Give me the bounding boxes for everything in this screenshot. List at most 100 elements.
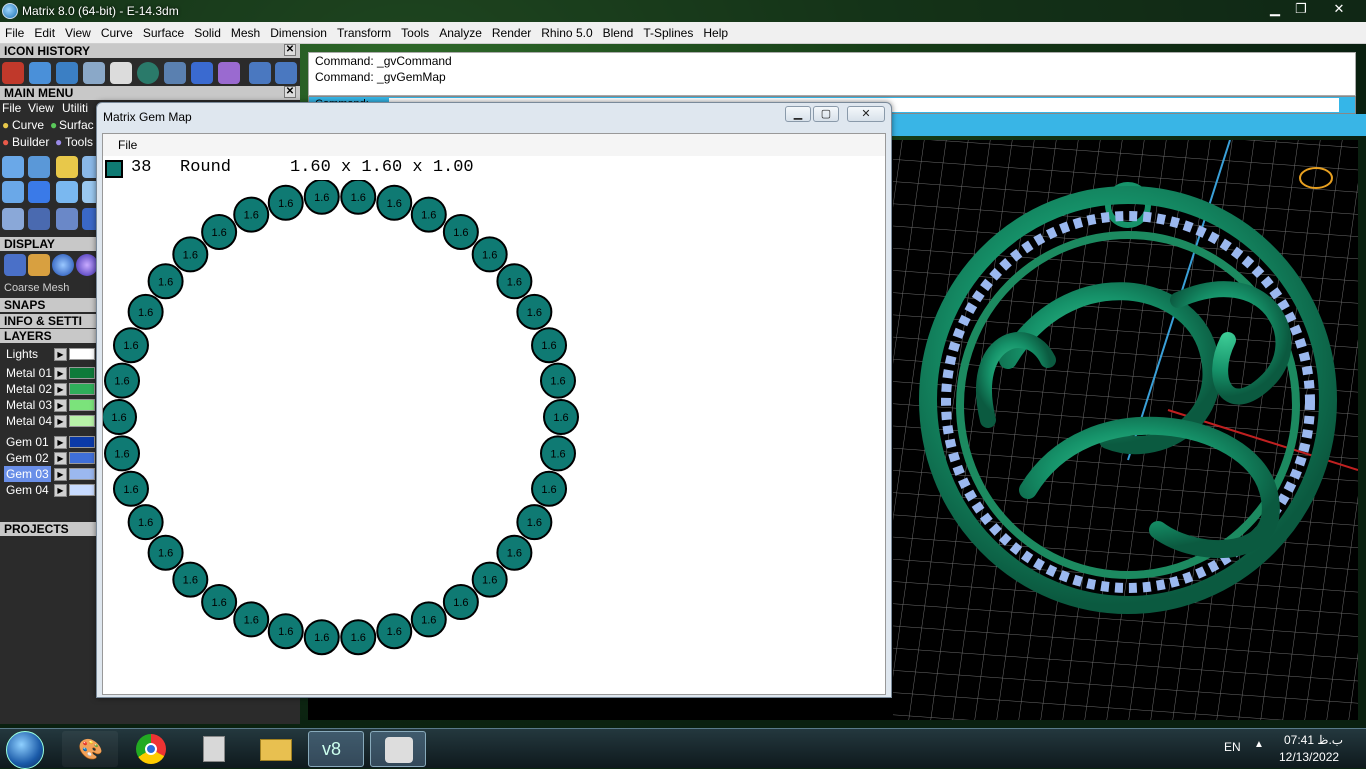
command-history[interactable]: Command: _gvCommand Command: _gvGemMap <box>308 52 1356 96</box>
start-button[interactable] <box>6 731 44 769</box>
gem-marker[interactable]: 1.6 <box>442 584 479 621</box>
gem-icon[interactable] <box>28 181 50 203</box>
close-button[interactable]: ✕ <box>1326 0 1352 18</box>
menu-rhino[interactable]: Rhino 5.0 <box>536 22 597 44</box>
tool-icon[interactable] <box>56 156 78 178</box>
tool-icon[interactable] <box>28 208 50 230</box>
menu-view[interactable]: View <box>60 22 96 44</box>
menu-analyze[interactable]: Analyze <box>434 22 487 44</box>
layer-color[interactable] <box>69 348 95 360</box>
back-arrow-icon[interactable] <box>249 62 271 84</box>
gem-marker[interactable]: 1.6 <box>410 196 447 233</box>
menu-dimension[interactable]: Dimension <box>265 22 332 44</box>
icon-history-header[interactable]: ICON HISTORY ✕ <box>0 44 300 58</box>
main-menu-view[interactable]: View <box>28 101 54 115</box>
gem-marker[interactable]: 1.6 <box>147 534 184 571</box>
grid-icon[interactable] <box>56 62 78 84</box>
layer-color[interactable] <box>69 399 95 411</box>
gem-marker[interactable]: 1.6 <box>539 435 576 472</box>
tool-icon[interactable] <box>28 156 50 178</box>
gem-marker[interactable]: 1.6 <box>303 619 340 656</box>
layer-color[interactable] <box>69 367 95 379</box>
main-menu-file[interactable]: File <box>2 101 21 115</box>
gem-marker[interactable]: 1.6 <box>496 534 533 571</box>
sphere-icon[interactable] <box>52 254 74 276</box>
gem-marker[interactable]: 1.6 <box>516 293 553 330</box>
menu-surface[interactable]: Surface <box>138 22 189 44</box>
curve-tab[interactable]: Curve <box>12 118 44 132</box>
play-icon[interactable]: ▶ <box>54 367 67 380</box>
coarse-mesh-label[interactable]: Coarse Mesh <box>4 282 69 294</box>
layer-color[interactable] <box>69 468 95 480</box>
menu-file[interactable]: File <box>0 22 29 44</box>
builder-tab[interactable]: Builder <box>12 135 49 149</box>
dialog-maximize-button[interactable]: ▢ <box>813 106 839 122</box>
menu-edit[interactable]: Edit <box>29 22 60 44</box>
tool-icon[interactable] <box>2 181 24 203</box>
tool-icon[interactable] <box>56 208 78 230</box>
tool-icon[interactable] <box>2 156 24 178</box>
paint-taskbar-icon[interactable]: 🎨 <box>62 731 118 767</box>
dialog-minimize-button[interactable]: ▁ <box>785 106 811 122</box>
rhino-taskbar-icon[interactable] <box>370 731 426 767</box>
layer-color[interactable] <box>69 452 95 464</box>
gem-marker[interactable]: 1.6 <box>340 180 377 215</box>
menu-mesh[interactable]: Mesh <box>226 22 265 44</box>
minimize-button[interactable]: ▁ <box>1262 0 1288 18</box>
clock-date[interactable]: 12/13/2022 <box>1279 750 1339 764</box>
layer-color[interactable] <box>69 436 95 448</box>
gem-marker[interactable]: 1.6 <box>471 236 508 273</box>
gem-marker[interactable]: 1.6 <box>303 180 340 215</box>
layer-color[interactable] <box>69 415 95 427</box>
gem-marker[interactable]: 1.6 <box>376 184 413 221</box>
gems-icon[interactable] <box>191 62 213 84</box>
gem-marker[interactable]: 1.6 <box>201 213 238 250</box>
play-icon[interactable]: ▶ <box>54 383 67 396</box>
menu-tsplines[interactable]: T-Splines <box>638 22 698 44</box>
gem-marker[interactable]: 1.6 <box>201 584 238 621</box>
menu-blend[interactable]: Blend <box>598 22 639 44</box>
menu-tools[interactable]: Tools <box>396 22 434 44</box>
gem-marker[interactable]: 1.6 <box>233 601 270 638</box>
play-icon[interactable]: ▶ <box>54 468 67 481</box>
close-icon[interactable]: ✕ <box>284 86 296 98</box>
forward-arrow-icon[interactable] <box>275 62 297 84</box>
gem-marker[interactable]: 1.6 <box>147 263 184 300</box>
grid-icon[interactable] <box>4 254 26 276</box>
tool-icon[interactable] <box>2 208 24 230</box>
menu-solid[interactable]: Solid <box>189 22 226 44</box>
gem-marker[interactable]: 1.6 <box>531 327 568 364</box>
layer-color[interactable] <box>69 383 95 395</box>
gem-marker[interactable]: 1.6 <box>376 613 413 650</box>
gem-marker[interactable]: 1.6 <box>127 504 164 541</box>
tool-icon[interactable] <box>56 181 78 203</box>
v8-icon[interactable] <box>137 62 159 84</box>
gem-marker[interactable]: 1.6 <box>267 184 304 221</box>
gem-marker[interactable]: 1.6 <box>103 399 137 435</box>
gem-marker[interactable]: 1.6 <box>104 362 141 399</box>
gem-marker[interactable]: 1.6 <box>531 470 568 507</box>
gem-marker[interactable]: 1.6 <box>172 236 209 273</box>
gem-marker[interactable]: 1.6 <box>471 561 508 598</box>
gem-marker[interactable]: 1.6 <box>410 601 447 638</box>
menu-render[interactable]: Render <box>487 22 536 44</box>
maximize-button[interactable]: ❐ <box>1288 0 1314 18</box>
gem-marker[interactable]: 1.6 <box>112 470 149 507</box>
sphere-icon[interactable] <box>76 254 98 276</box>
menu-transform[interactable]: Transform <box>332 22 396 44</box>
home-icon[interactable] <box>2 62 24 84</box>
main-menu-utilities[interactable]: Utiliti <box>62 101 88 115</box>
close-icon[interactable]: ✕ <box>284 44 296 56</box>
clock-time[interactable]: 07:41 ب.ظ <box>1284 733 1343 747</box>
gem-marker[interactable]: 1.6 <box>516 504 553 541</box>
main-menu-header[interactable]: MAIN MENU ✕ <box>0 86 300 100</box>
gem-marker[interactable]: 1.6 <box>233 196 270 233</box>
gem-marker[interactable]: 1.6 <box>127 293 164 330</box>
gem-marker[interactable]: 1.6 <box>104 435 141 472</box>
menu-curve[interactable]: Curve <box>96 22 138 44</box>
gem-map-menu-file[interactable]: File <box>118 138 137 152</box>
gem-marker[interactable]: 1.6 <box>539 362 576 399</box>
tool-icon[interactable] <box>110 62 132 84</box>
gem-marker[interactable]: 1.6 <box>496 263 533 300</box>
open-icon[interactable] <box>29 62 51 84</box>
